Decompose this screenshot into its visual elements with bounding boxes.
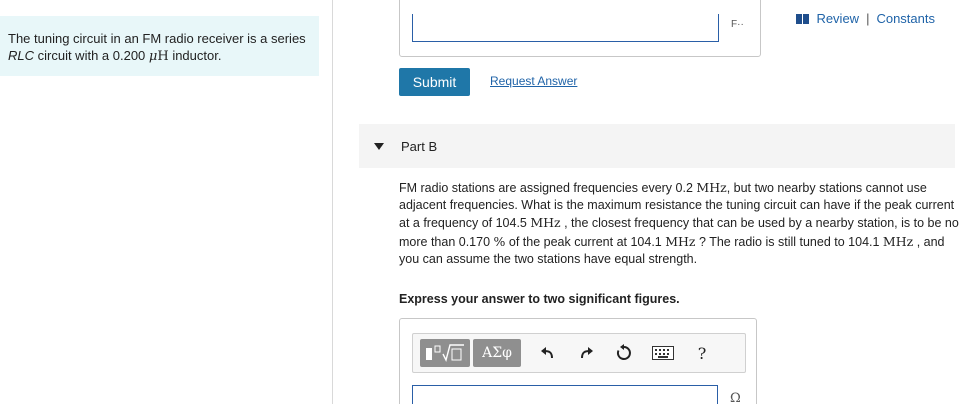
keyboard-icon[interactable] <box>651 342 675 364</box>
review-link[interactable]: Review <box>816 11 859 26</box>
greek-letters-icon[interactable]: ΑΣφ <box>473 339 521 367</box>
part-b-header[interactable]: Part B <box>359 124 955 168</box>
unit-mhz: MHz <box>665 233 696 249</box>
intro-text-middle: circuit with a 0.200 <box>34 48 149 63</box>
request-answer-link[interactable]: Request Answer <box>490 74 577 88</box>
intro-text-before: The tuning circuit in an FM radio receiv… <box>8 31 306 46</box>
part-b-label: Part B <box>401 138 438 154</box>
question-text-5: ? The radio is still tuned to 104.1 <box>695 234 883 249</box>
question-text-4: of the peak current at 104.1 <box>505 234 666 249</box>
link-separator: | <box>866 11 870 26</box>
page: The tuning circuit in an FM radio receiv… <box>0 0 963 404</box>
unit-mhz: MHz <box>530 215 561 231</box>
help-icon[interactable]: ? <box>691 342 713 364</box>
top-links: Review | Constants <box>796 11 935 26</box>
submit-button[interactable]: Submit <box>399 68 470 96</box>
part-b-answer-input[interactable] <box>412 385 718 404</box>
part-a-answer-box: F·· <box>399 0 761 57</box>
math-toolbar: ΑΣφ ? <box>412 333 746 373</box>
intro-text-after: inductor. <box>168 48 222 63</box>
intro-circuit: RLC <box>8 48 35 63</box>
part-b-unit: Ω <box>730 391 741 404</box>
unit-mhz: MHz <box>882 233 914 249</box>
panel-divider <box>332 0 333 404</box>
part-a-answer-input[interactable] <box>412 14 719 42</box>
book-icon <box>796 13 810 24</box>
question-text-1: FM radio stations are assigned frequenci… <box>399 181 697 195</box>
caret-down-icon[interactable] <box>374 142 384 150</box>
problem-intro: The tuning circuit in an FM radio receiv… <box>0 16 319 76</box>
undo-icon[interactable] <box>537 342 559 364</box>
part-a-unit: F·· <box>731 19 744 30</box>
templates-icon[interactable] <box>420 339 470 367</box>
constants-link[interactable]: Constants <box>876 11 935 26</box>
part-b-question: FM radio stations are assigned frequenci… <box>399 179 959 268</box>
redo-icon[interactable] <box>575 342 597 364</box>
part-b-answer-box: ΑΣφ ? Ω <box>399 318 757 404</box>
answer-instruction: Express your answer to two significant f… <box>399 292 680 306</box>
unit-percent: % <box>493 233 506 249</box>
intro-unit: μH <box>149 49 169 64</box>
intro-unit-h: H <box>157 49 169 64</box>
unit-mhz: MHz <box>696 180 727 195</box>
reset-icon[interactable] <box>613 342 635 364</box>
